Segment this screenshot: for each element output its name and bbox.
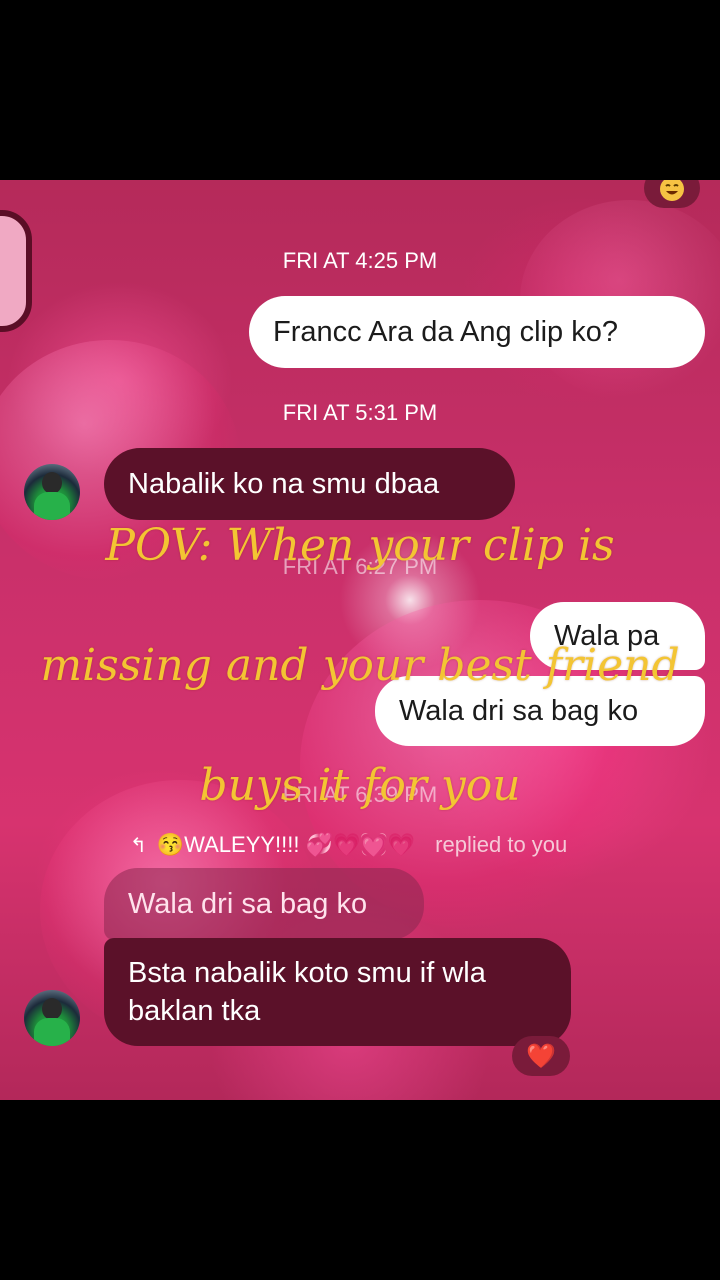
emoji-face-icon: [660, 180, 684, 201]
emoji-reaction-button[interactable]: [644, 180, 700, 208]
incoming-message[interactable]: Bsta nabalik koto smu if wla baklan tka: [104, 938, 571, 1046]
timestamp: FRI AT 6:39 PM: [282, 782, 438, 807]
chat-thread: FRI AT 4:25 PM Francc Ara da Ang clip ko…: [0, 180, 720, 1100]
reply-banner: ↰ 😚WALEYY!!!! 💞💗💓💗 replied to you: [130, 828, 567, 862]
contact-avatar[interactable]: [24, 464, 80, 520]
timestamp: FRI AT 5:31 PM: [282, 400, 438, 425]
letterbox-top: [0, 0, 720, 180]
timestamp: FRI AT 4:25 PM: [282, 248, 438, 273]
heart-reaction[interactable]: ❤️: [512, 1036, 570, 1076]
reply-label: replied to you: [435, 832, 568, 857]
reply-sender-name: 😚WALEYY!!!! 💞💗💓💗: [156, 832, 416, 857]
quoted-message[interactable]: Wala dri sa bag ko: [104, 868, 424, 940]
timestamp: FRI AT 6:27 PM: [282, 554, 438, 579]
reply-arrow-icon: ↰: [130, 834, 147, 857]
contact-avatar[interactable]: [24, 990, 80, 1046]
outgoing-message[interactable]: Francc Ara da Ang clip ko?: [249, 296, 705, 368]
outgoing-message[interactable]: Wala dri sa bag ko: [375, 676, 705, 746]
incoming-message[interactable]: Nabalik ko na smu dbaa: [104, 448, 515, 520]
outgoing-message[interactable]: Wala pa: [530, 602, 705, 670]
letterbox-bottom: [0, 1100, 720, 1280]
